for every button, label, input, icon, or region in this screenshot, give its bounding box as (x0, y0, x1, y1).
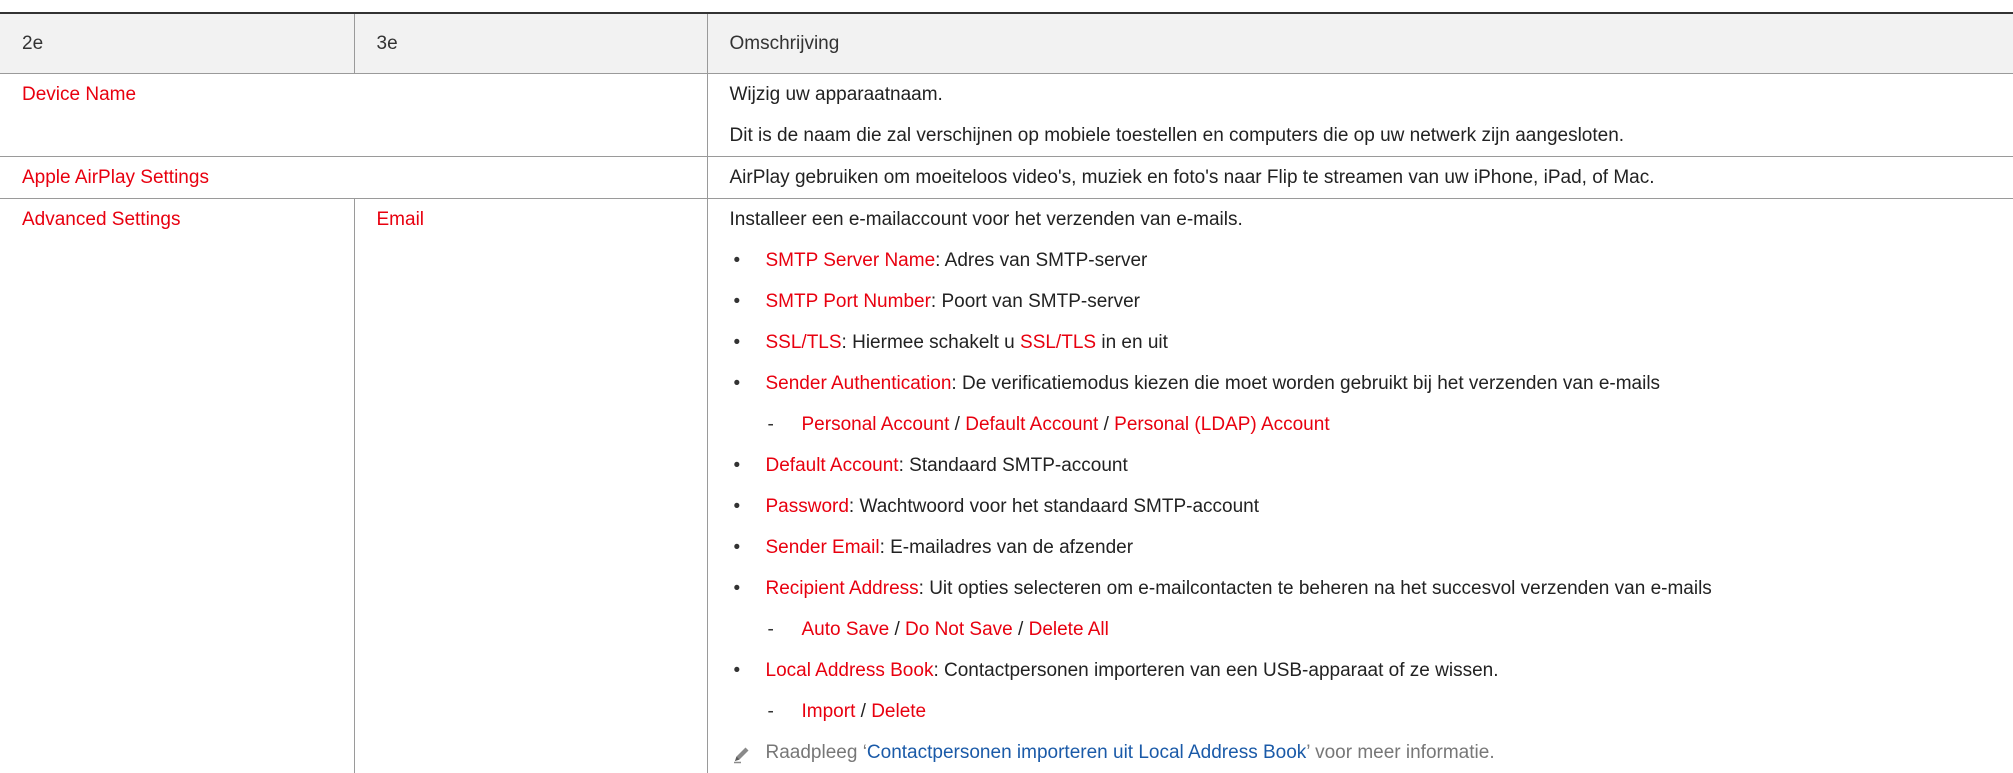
sender-auth-term: Sender Authentication (766, 373, 952, 394)
recipient-desc: : Uit opties selecteren om e-mailcontact… (919, 578, 1712, 599)
smtp-server-desc: : Adres van SMTP-server (935, 250, 1147, 271)
sub-item-book-options: Import / Delete (730, 691, 1992, 732)
list-item-ssl-tls: SSL/TLS: Hiermee schakelt u SSL/TLS in e… (730, 322, 1992, 363)
settings-table: 2e 3e Omschrijving Device Name Wijzig uw… (0, 14, 2013, 773)
email-intro: Installeer een e-mailaccount voor het ve… (730, 199, 1992, 240)
airplay-desc: AirPlay gebruiken om moeiteloos video's,… (730, 157, 1992, 198)
address-book-desc: : Contactpersonen importeren van een USB… (933, 660, 1498, 681)
do-not-save-option: Do Not Save (905, 619, 1013, 640)
device-name-label: Device Name (22, 84, 136, 105)
note-prefix: Raadpleeg ‘ (766, 742, 867, 763)
smtp-port-term: SMTP Port Number (766, 291, 931, 312)
auto-save-option: Auto Save (802, 619, 890, 640)
row-apple-airplay: Apple AirPlay Settings AirPlay gebruiken… (0, 157, 2013, 199)
import-option: Import (802, 701, 856, 722)
device-name-desc-1: Wijzig uw apparaatnaam. (730, 74, 1992, 115)
delete-option: Delete (871, 701, 926, 722)
sender-email-desc: : E-mailadres van de afzender (880, 537, 1133, 558)
table-header-row: 2e 3e Omschrijving (0, 14, 2013, 74)
list-item-default-account: Default Account: Standaard SMTP-account (730, 445, 1992, 486)
recipient-sep-1: / (889, 619, 905, 640)
note-link[interactable]: Contactpersonen importeren uit Local Add… (867, 742, 1306, 763)
auth-sep-1: / (949, 414, 965, 435)
header-2e: 2e (0, 14, 354, 74)
pencil-note-icon (732, 744, 752, 764)
ldap-account-option: Personal (LDAP) Account (1114, 414, 1329, 435)
default-account-term: Default Account (766, 455, 899, 476)
list-item-password: Password: Wachtwoord voor het standaard … (730, 486, 1992, 527)
book-sep-1: / (855, 701, 871, 722)
airplay-label: Apple AirPlay Settings (22, 167, 209, 188)
personal-account-option: Personal Account (802, 414, 950, 435)
ssl-desc-b: in en uit (1096, 332, 1168, 353)
auth-sep-2: / (1098, 414, 1114, 435)
device-name-desc-2: Dit is de naam die zal verschijnen op mo… (730, 115, 1992, 156)
ssl-term-inline: SSL/TLS (1020, 332, 1096, 353)
smtp-port-desc: : Poort van SMTP-server (931, 291, 1140, 312)
list-item-recipient-address: Recipient Address: Uit opties selecteren… (730, 568, 1992, 609)
address-book-term: Local Address Book (766, 660, 934, 681)
ssl-term: SSL/TLS (766, 332, 842, 353)
note-line: Raadpleeg ‘Contactpersonen importeren ui… (730, 732, 1992, 773)
default-account-option: Default Account (965, 414, 1098, 435)
header-omschrijving: Omschrijving (707, 14, 2013, 74)
password-desc: : Wachtwoord voor het standaard SMTP-acc… (849, 496, 1259, 517)
row-advanced-settings: Advanced Settings Email Installeer een e… (0, 199, 2013, 773)
list-item-sender-auth: Sender Authentication: De verificatiemod… (730, 363, 1992, 404)
recipient-term: Recipient Address (766, 578, 919, 599)
list-item-local-address-book: Local Address Book: Contactpersonen impo… (730, 650, 1992, 691)
sender-auth-desc: : De verificatiemodus kiezen die moet wo… (951, 373, 1660, 394)
delete-all-option: Delete All (1029, 619, 1109, 640)
header-3e: 3e (354, 14, 707, 74)
advanced-settings-label: Advanced Settings (22, 209, 180, 230)
default-account-desc: : Standaard SMTP-account (899, 455, 1128, 476)
sub-item-auth-options: Personal Account / Default Account / Per… (730, 404, 1992, 445)
smtp-server-term: SMTP Server Name (766, 250, 936, 271)
password-term: Password (766, 496, 849, 517)
sender-email-term: Sender Email (766, 537, 880, 558)
note-suffix: ’ voor meer informatie. (1306, 742, 1494, 763)
sub-item-recipient-options: Auto Save / Do Not Save / Delete All (730, 609, 1992, 650)
recipient-sep-2: / (1013, 619, 1029, 640)
row-device-name: Device Name Wijzig uw apparaatnaam. Dit … (0, 74, 2013, 157)
list-item-smtp-port: SMTP Port Number: Poort van SMTP-server (730, 281, 1992, 322)
email-label: Email (377, 209, 425, 230)
ssl-desc-a: : Hiermee schakelt u (842, 332, 1020, 353)
list-item-smtp-server: SMTP Server Name: Adres van SMTP-server (730, 240, 1992, 281)
list-item-sender-email: Sender Email: E-mailadres van de afzende… (730, 527, 1992, 568)
